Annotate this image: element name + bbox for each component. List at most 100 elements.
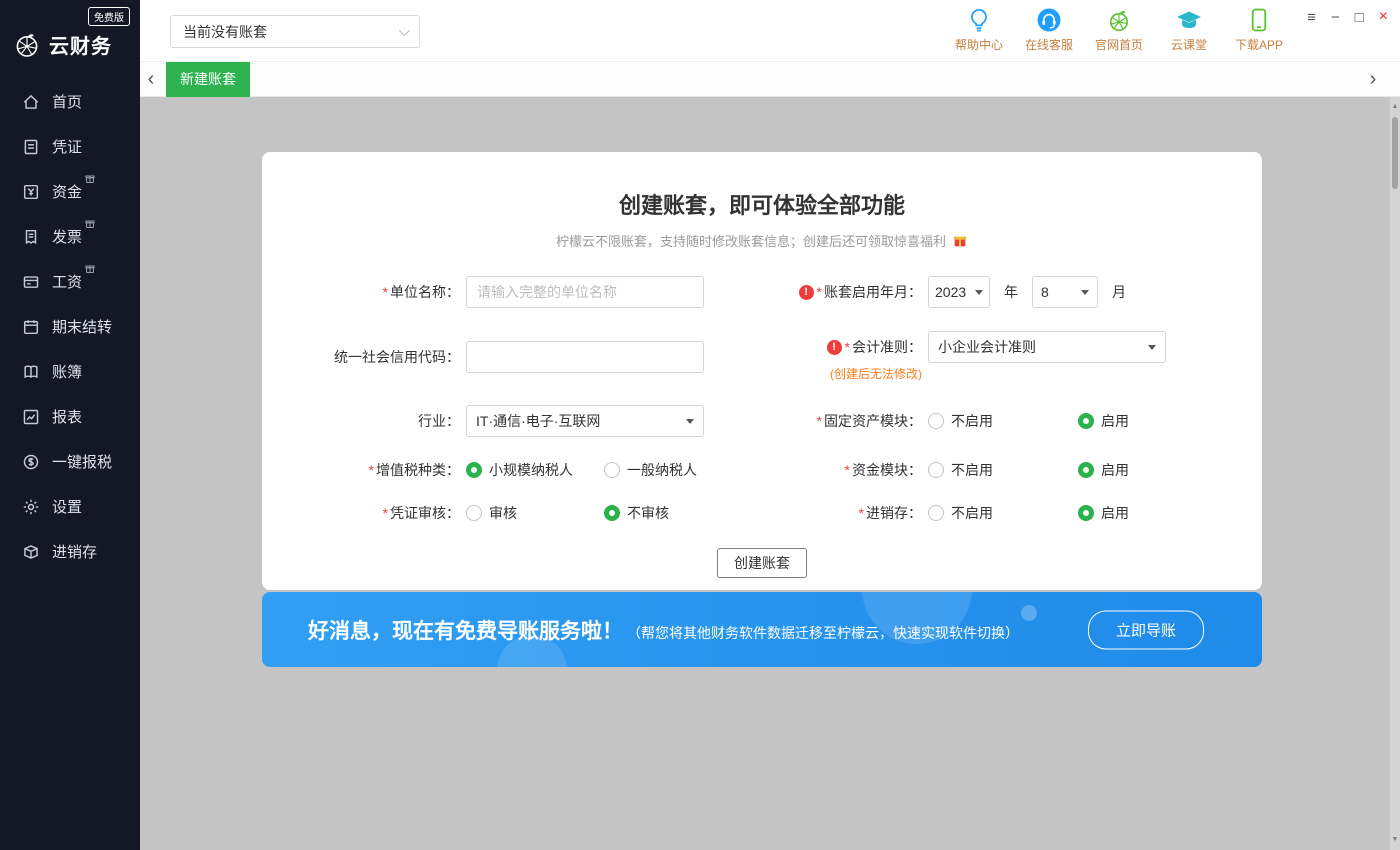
field-label: 固定资产模块： [817, 411, 922, 431]
sidebar-item-voucher[interactable]: 凭证 [0, 124, 140, 169]
radio-option-disable[interactable]: 不启用 [928, 460, 1078, 480]
sidebar-item-ledgers[interactable]: 账簿 [0, 349, 140, 394]
scroll-down-icon[interactable]: ▼ [1390, 835, 1400, 845]
radio-unchecked-icon[interactable] [928, 505, 944, 521]
page-subtitle: 柠檬云不限账套，支持随时修改账套信息；创建后还可领取惊喜福利 [262, 231, 1262, 250]
radio-checked-icon[interactable] [1078, 462, 1094, 478]
voucher-icon [22, 138, 40, 156]
field-industry: 行业： IT·通信·电子·互联网 [262, 405, 762, 437]
company-name-input[interactable] [466, 276, 704, 308]
radio-unchecked-icon[interactable] [466, 505, 482, 521]
sidebar-item-tax-filing[interactable]: 一键报税 [0, 439, 140, 484]
gift-badge-icon [85, 264, 95, 274]
year-select[interactable]: 2023 [928, 276, 990, 308]
radio-option-disable[interactable]: 不启用 [928, 503, 1078, 523]
accounting-standard-select[interactable]: 小企业会计准则 [928, 331, 1166, 363]
sidebar-item-home[interactable]: 首页 [0, 79, 140, 124]
select-arrow-icon [1081, 290, 1089, 295]
close-icon[interactable]: × [1379, 9, 1388, 25]
sidebar-item-settings[interactable]: 设置 [0, 484, 140, 529]
field-label-wrap: 进销存： [762, 503, 922, 523]
sidebar-item-inventory[interactable]: 进销存 [0, 529, 140, 574]
field-inventory-module: 进销存： 不启用 启用 [762, 503, 1262, 523]
field-label-wrap: 资金模块： [762, 460, 922, 480]
action-label: 下载APP [1235, 36, 1283, 53]
radio-checked-icon[interactable] [604, 505, 620, 521]
topbar: 当前没有账套 帮助中心 在线客服 官网首页 云课堂 下载APP ≡ − □ × [140, 0, 1400, 62]
radio-option-review[interactable]: 审核 [466, 503, 604, 523]
online-service-button[interactable]: 在线客服 [1020, 6, 1078, 53]
radio-option-disable[interactable]: 不启用 [928, 411, 1078, 431]
vertical-scrollbar[interactable]: ▲ ▼ [1390, 97, 1400, 850]
funds-icon [22, 183, 40, 201]
sidebar: 免费版 云财务 首页 凭证 资金 发票 工资 期末结转 [0, 0, 140, 850]
field-accounting-standard: 会计准则： (创建后无法修改) 小企业会计准则 [762, 331, 1262, 382]
maximize-icon[interactable]: □ [1355, 10, 1364, 25]
sidebar-item-funds[interactable]: 资金 [0, 169, 140, 214]
radio-label: 不审核 [627, 503, 669, 523]
version-badge: 免费版 [88, 7, 130, 26]
sidebar-item-label: 设置 [52, 496, 82, 517]
radio-label: 启用 [1101, 460, 1129, 480]
calendar-icon [22, 318, 40, 336]
radio-option-enable[interactable]: 启用 [1078, 460, 1129, 480]
sidebar-item-salary[interactable]: 工资 [0, 259, 140, 304]
account-set-dropdown[interactable]: 当前没有账套 [170, 15, 420, 48]
sidebar-item-label: 首页 [52, 91, 82, 112]
tab-scroll-left-icon[interactable]: ‹ [140, 62, 162, 97]
sidebar-item-label: 工资 [52, 271, 82, 292]
banner-detail: （帮您将其他财务软件数据迁移至柠檬云，快速实现软件切换） [627, 623, 1019, 643]
sidebar-item-period-end[interactable]: 期末结转 [0, 304, 140, 349]
radio-unchecked-icon[interactable] [928, 413, 944, 429]
subtitle-text: 柠檬云不限账套，支持随时修改账套信息；创建后还可领取惊喜福利 [556, 231, 946, 250]
sidebar-item-label: 报表 [52, 406, 82, 427]
radio-checked-icon[interactable] [1078, 505, 1094, 521]
radio-label: 小规模纳税人 [489, 460, 573, 480]
scroll-up-icon[interactable]: ▲ [1390, 102, 1400, 112]
field-label-wrap: 账套启用年月： [762, 282, 922, 302]
sidebar-item-label: 进销存 [52, 541, 97, 562]
radio-checked-icon[interactable] [466, 462, 482, 478]
cloud-classroom-button[interactable]: 云课堂 [1160, 6, 1218, 53]
radio-option-general-taxpayer[interactable]: 一般纳税人 [604, 460, 697, 480]
field-label: 行业： [262, 411, 460, 431]
promo-banner: 好消息，现在有免费导账服务啦！ （帮您将其他财务软件数据迁移至柠檬云，快速实现软… [262, 592, 1262, 667]
book-icon [22, 363, 40, 381]
field-label: 单位名称： [262, 282, 460, 302]
radio-checked-icon[interactable] [1078, 413, 1094, 429]
field-label: 凭证审核： [262, 503, 460, 523]
industry-select[interactable]: IT·通信·电子·互联网 [466, 405, 704, 437]
radio-unchecked-icon[interactable] [928, 462, 944, 478]
credit-code-input[interactable] [466, 341, 704, 373]
help-center-button[interactable]: 帮助中心 [950, 6, 1008, 53]
radio-unchecked-icon[interactable] [604, 462, 620, 478]
month-select[interactable]: 8 [1032, 276, 1098, 308]
tab-bar: ‹ 新建账套 › [140, 62, 1400, 97]
official-site-button[interactable]: 官网首页 [1090, 6, 1148, 53]
tab-scroll-right-icon[interactable]: › [1362, 62, 1384, 97]
select-arrow-icon [975, 290, 983, 295]
radio-label: 审核 [489, 503, 517, 523]
box-icon [22, 543, 40, 561]
scrollbar-thumb[interactable] [1392, 117, 1398, 189]
download-app-button[interactable]: 下载APP [1230, 6, 1288, 53]
radio-option-no-review[interactable]: 不审核 [604, 503, 669, 523]
import-now-button[interactable]: 立即导账 [1088, 610, 1204, 649]
lemon-icon [1106, 6, 1133, 33]
menu-icon[interactable]: ≡ [1307, 10, 1316, 25]
headset-icon [1036, 6, 1063, 33]
sidebar-item-reports[interactable]: 报表 [0, 394, 140, 439]
home-icon [22, 93, 40, 111]
action-label: 官网首页 [1095, 36, 1143, 53]
invoice-icon [22, 228, 40, 246]
sidebar-item-invoice[interactable]: 发票 [0, 214, 140, 259]
radio-option-enable[interactable]: 启用 [1078, 503, 1129, 523]
create-account-button[interactable]: 创建账套 [717, 548, 807, 578]
minimize-icon[interactable]: − [1331, 10, 1340, 25]
radio-option-enable[interactable]: 启用 [1078, 411, 1129, 431]
radio-label: 不启用 [951, 460, 993, 480]
field-start-period: 账套启用年月： 2023 年 8 月 [762, 276, 1262, 308]
tab-new-account-set[interactable]: 新建账套 [166, 62, 250, 97]
radio-option-small-taxpayer[interactable]: 小规模纳税人 [466, 460, 604, 480]
accounting-standard-value: 小企业会计准则 [938, 337, 1036, 357]
